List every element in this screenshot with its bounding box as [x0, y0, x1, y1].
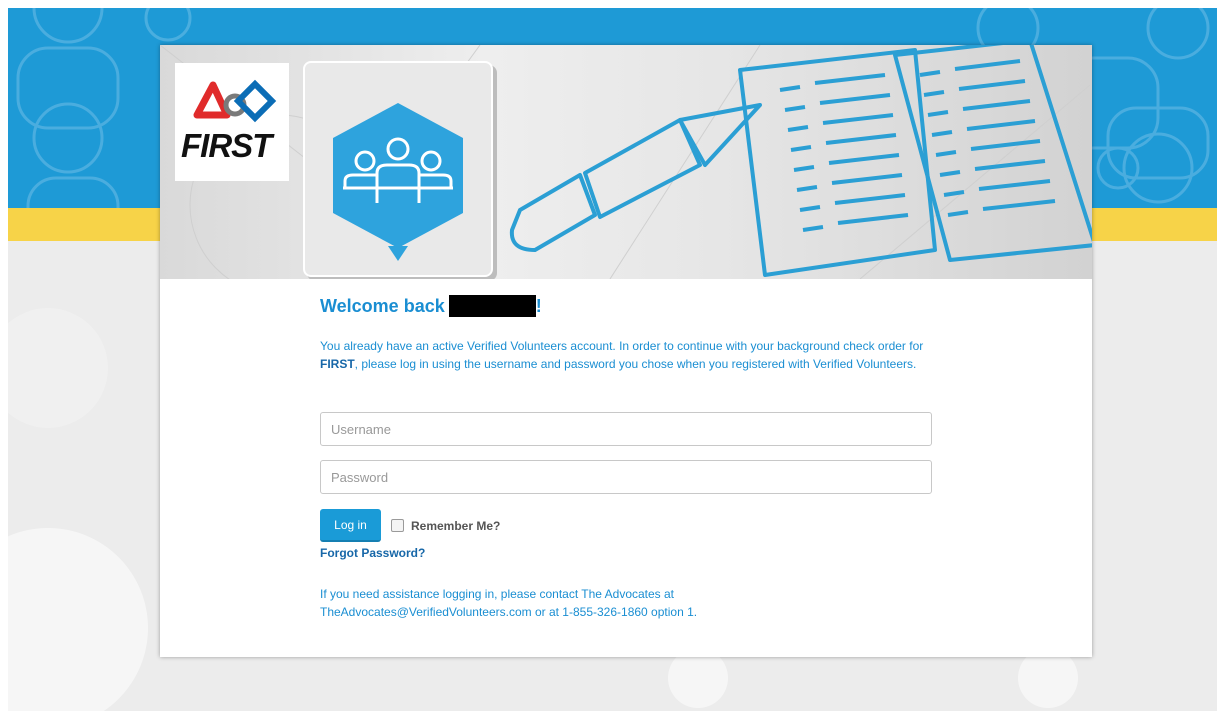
username-input[interactable] [320, 412, 932, 446]
login-row: Log in Remember Me? [320, 509, 500, 542]
first-logo-text: FIRST [181, 127, 272, 164]
login-card: FIRST Welcome back ! You already have an… [160, 45, 1092, 657]
remember-me-checkbox[interactable] [391, 519, 404, 532]
intro-part1: You already have an active Verified Volu… [320, 339, 924, 353]
assistance-text: If you need assistance logging in, pleas… [320, 585, 940, 621]
assistance-line2: TheAdvocates@VerifiedVolunteers.com or a… [320, 605, 698, 619]
welcome-suffix: ! [535, 296, 542, 316]
remember-me[interactable]: Remember Me? [391, 519, 500, 533]
first-logo-icon [193, 79, 277, 123]
first-logo: FIRST [175, 63, 289, 181]
login-button[interactable]: Log in [320, 509, 381, 542]
intro-org-name: FIRST [320, 357, 355, 371]
intro-part2: , please log in using the username and p… [354, 357, 917, 371]
decorative-circle [668, 648, 728, 708]
assistance-line1: If you need assistance logging in, pleas… [320, 587, 675, 601]
banner-decoration [160, 45, 1092, 279]
decorative-circle [8, 528, 148, 711]
decorative-circle [8, 308, 108, 428]
password-input[interactable] [320, 460, 932, 494]
volunteers-group-icon [333, 103, 463, 261]
login-form: Welcome back ! You already have an activ… [320, 295, 932, 619]
volunteers-tile [303, 61, 493, 277]
checklist-icon [738, 45, 1092, 277]
pencil-icon [509, 103, 762, 252]
welcome-heading: Welcome back ! [320, 295, 932, 317]
intro-text: You already have an active Verified Volu… [320, 337, 932, 373]
decorative-circle [1018, 648, 1078, 708]
banner: FIRST [160, 45, 1092, 279]
remember-me-label: Remember Me? [411, 518, 501, 533]
redacted-name [448, 295, 536, 317]
welcome-text: Welcome back [320, 296, 445, 316]
forgot-password-link[interactable]: Forgot Password? [320, 546, 425, 560]
